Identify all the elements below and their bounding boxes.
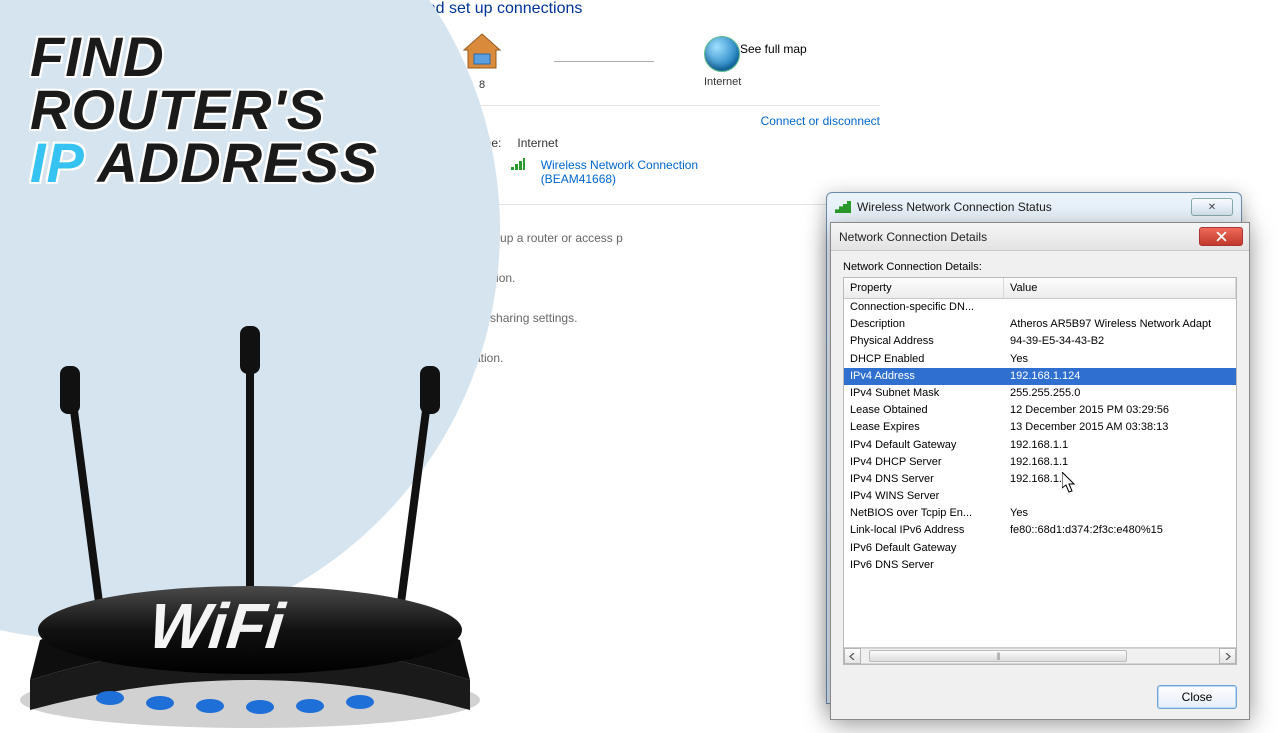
property-cell: IPv4 DNS Server (844, 473, 1004, 486)
table-row[interactable]: DHCP EnabledYes (844, 351, 1236, 368)
table-row[interactable]: IPv4 DHCP Server192.168.1.1 (844, 454, 1236, 471)
property-cell: IPv4 DHCP Server (844, 456, 1004, 469)
value-cell: 255.255.255.0 (1004, 387, 1236, 400)
table-row[interactable]: Link-local IPv6 Addressfe80::68d1:d374:2… (844, 522, 1236, 539)
table-row[interactable]: IPv4 WINS Server (844, 488, 1236, 505)
value-cell: Yes (1004, 353, 1236, 366)
value-cell: Atheros AR5B97 Wireless Network Adapt (1004, 318, 1236, 331)
internet-icon (704, 36, 740, 72)
table-row[interactable]: IPv4 DNS Server192.168.1.1 (844, 471, 1236, 488)
property-cell: IPv6 Default Gateway (844, 542, 1004, 555)
property-cell: IPv4 Subnet Mask (844, 387, 1004, 400)
value-cell: 192.168.1.1 (1004, 439, 1236, 452)
property-cell: Physical Address (844, 335, 1004, 348)
table-row[interactable]: Lease Obtained12 December 2015 PM 03:29:… (844, 402, 1236, 419)
table-row[interactable]: IPv4 Default Gateway192.168.1.1 (844, 437, 1236, 454)
property-cell: IPv4 Address (844, 370, 1004, 383)
value-cell: 192.168.1.124 (1004, 370, 1236, 383)
property-cell: Connection-specific DN... (844, 301, 1004, 314)
value-cell: 192.168.1.1 (1004, 473, 1236, 486)
scrollbar-thumb[interactable] (869, 650, 1127, 662)
table-row[interactable]: NetBIOS over Tcpip En...Yes (844, 505, 1236, 522)
value-cell: 12 December 2015 PM 03:29:56 (1004, 404, 1236, 417)
horizontal-scrollbar[interactable] (844, 647, 1236, 664)
internet-label: Internet (704, 76, 741, 88)
signal-icon (835, 201, 851, 213)
scroll-right-icon[interactable] (1219, 648, 1236, 664)
value-cell (1004, 301, 1236, 314)
wireless-connection-link[interactable]: Wireless Network Connection (541, 158, 698, 172)
dialog-title: Network Connection Details (837, 230, 1199, 244)
table-row[interactable]: IPv4 Subnet Mask255.255.255.0 (844, 385, 1236, 402)
value-cell: fe80::68d1:d374:2f3c:e480%15 (1004, 524, 1236, 537)
value-cell (1004, 559, 1236, 572)
text-fragment: onnection. (460, 271, 880, 285)
value-cell: 13 December 2015 AM 03:38:13 (1004, 421, 1236, 434)
table-row[interactable]: DescriptionAtheros AR5B97 Wireless Netwo… (844, 316, 1236, 333)
router-illustration: WiFi (0, 310, 540, 730)
network-details-dialog: Network Connection Details Network Conne… (830, 222, 1250, 720)
svg-text:WiFi: WiFi (146, 590, 289, 662)
table-row[interactable]: IPv6 Default Gateway (844, 540, 1236, 557)
close-icon[interactable] (1199, 227, 1243, 246)
property-cell: Link-local IPv6 Address (844, 524, 1004, 537)
see-full-map-link[interactable]: See full map (740, 42, 807, 56)
details-caption: Network Connection Details: (843, 261, 1237, 273)
table-row[interactable]: IPv6 DNS Server (844, 557, 1236, 574)
access-type-value: Internet (517, 136, 558, 150)
property-cell: Description (844, 318, 1004, 331)
value-cell: 192.168.1.1 (1004, 456, 1236, 469)
property-cell: Lease Expires (844, 421, 1004, 434)
table-row[interactable]: Physical Address94-39-E5-34-43-B2 (844, 333, 1236, 350)
column-header-property[interactable]: Property (844, 278, 1004, 298)
property-cell: IPv4 WINS Server (844, 490, 1004, 503)
close-button[interactable]: Close (1157, 685, 1237, 709)
scroll-left-icon[interactable] (844, 648, 861, 664)
connection-line-icon (554, 61, 654, 62)
value-cell: 94-39-E5-34-43-B2 (1004, 335, 1236, 348)
value-cell (1004, 542, 1236, 555)
status-window-title: Wireless Network Connection Status (857, 200, 1191, 214)
connect-disconnect-link[interactable]: Connect or disconnect (761, 114, 880, 128)
table-row[interactable]: Connection-specific DN... (844, 299, 1236, 316)
value-cell: Yes (1004, 507, 1236, 520)
property-cell: IPv4 Default Gateway (844, 439, 1004, 452)
column-header-value[interactable]: Value (1004, 278, 1236, 298)
signal-icon (511, 158, 525, 170)
wireless-ssid-link[interactable]: (BEAM41668) (541, 172, 616, 186)
close-icon[interactable]: ✕ (1191, 198, 1233, 216)
property-cell: Lease Obtained (844, 404, 1004, 417)
details-grid: Property Value Connection-specific DN...… (843, 277, 1237, 665)
thumbnail-title: FIND ROUTER'S IP ADDRESS (30, 30, 378, 190)
property-cell: NetBIOS over Tcpip En... (844, 507, 1004, 520)
value-cell (1004, 490, 1236, 503)
property-cell: DHCP Enabled (844, 353, 1004, 366)
table-row[interactable]: IPv4 Address192.168.1.124 (844, 368, 1236, 385)
text-fragment: ; or set up a router or access p (460, 231, 880, 245)
table-row[interactable]: Lease Expires13 December 2015 AM 03:38:1… (844, 419, 1236, 436)
computer-icon (460, 32, 504, 72)
property-cell: IPv6 DNS Server (844, 559, 1004, 572)
